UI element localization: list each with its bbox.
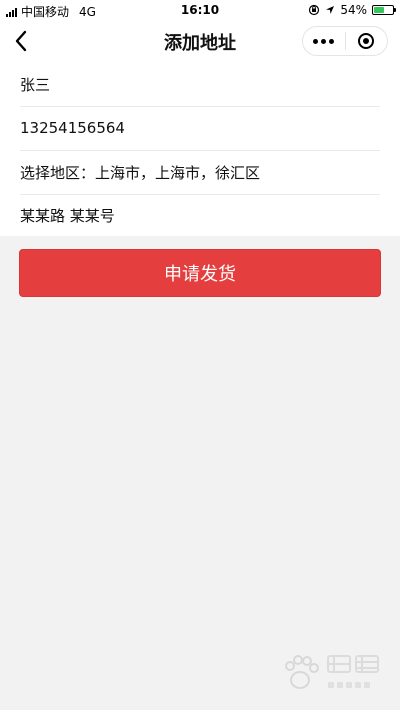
baidu-jingyan-watermark: [285, 655, 379, 689]
target-close-icon: [358, 33, 375, 49]
address-field[interactable]: 某某路 某某号: [20, 193, 380, 237]
more-button[interactable]: [303, 27, 345, 55]
nav-bar: 添加地址: [0, 20, 400, 62]
name-value: 张三: [20, 75, 51, 94]
address-form: 张三 13254156564 选择地区： 上海市，上海市，徐汇区 某某路 某某号: [0, 62, 400, 236]
status-right: 54%: [308, 3, 396, 17]
submit-label: 申请发货: [164, 264, 236, 285]
orientation-lock-icon: [309, 4, 320, 16]
location-arrow-icon: [326, 6, 335, 14]
address-value: 某某路 某某号: [20, 206, 115, 225]
miniprogram-capsule: [302, 26, 388, 56]
battery-percent: 54%: [340, 3, 367, 17]
status-bar: 中国移动 4G 16:10 54%: [0, 0, 400, 20]
battery-icon: [372, 5, 396, 15]
phone-field[interactable]: 13254156564: [20, 106, 380, 151]
region-value: 上海市，上海市，徐汇区: [95, 163, 261, 182]
name-field[interactable]: 张三: [20, 62, 380, 107]
more-dots-icon: [313, 38, 335, 44]
submit-shipping-button[interactable]: 申请发货: [19, 249, 381, 297]
battery-fill: [374, 7, 384, 13]
close-button[interactable]: [346, 27, 388, 55]
region-label: 选择地区：: [20, 163, 96, 182]
phone-value: 13254156564: [20, 119, 125, 137]
region-picker[interactable]: 选择地区： 上海市，上海市，徐汇区: [20, 150, 380, 195]
